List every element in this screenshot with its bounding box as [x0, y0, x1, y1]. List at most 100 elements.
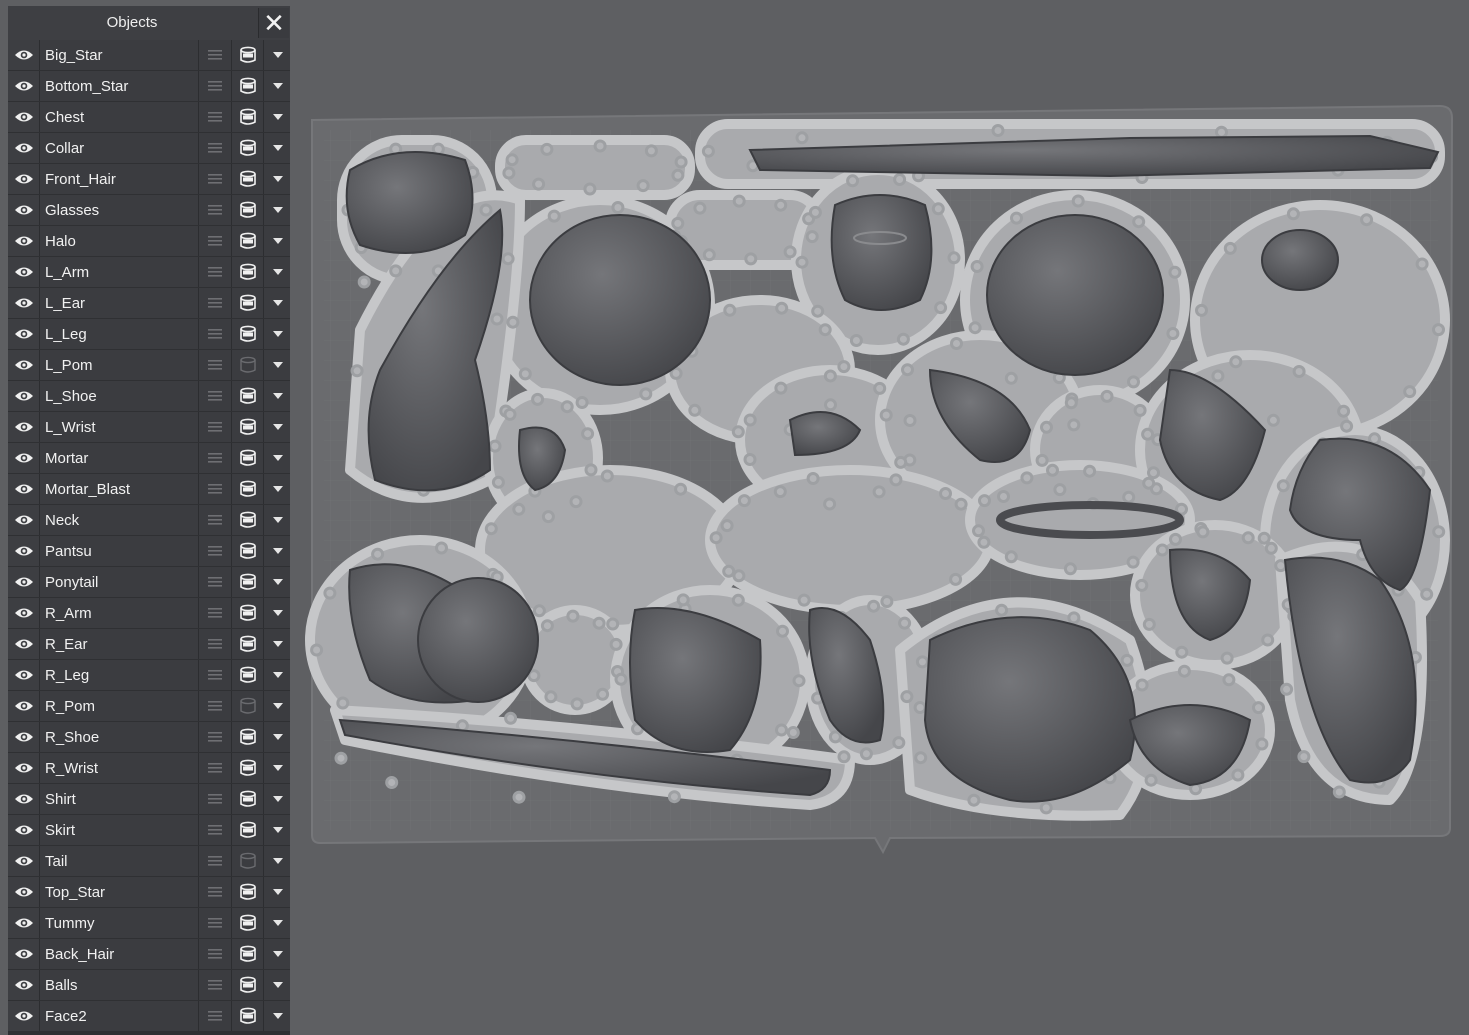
drag-handle[interactable]	[198, 567, 231, 597]
object-row[interactable]: Collar	[8, 133, 290, 163]
visibility-toggle[interactable]	[8, 195, 40, 225]
build-plate-scene[interactable]	[290, 0, 1469, 1035]
object-dropdown-button[interactable]	[263, 257, 291, 287]
material-toggle[interactable]	[231, 71, 263, 101]
object-dropdown-button[interactable]	[263, 1001, 291, 1031]
object-name[interactable]: Ponytail	[45, 567, 195, 597]
object-row[interactable]: Mortar_Blast	[8, 474, 290, 504]
object-name[interactable]: Glasses	[45, 195, 195, 225]
visibility-toggle[interactable]	[8, 412, 40, 442]
object-dropdown-button[interactable]	[263, 567, 291, 597]
drag-handle[interactable]	[198, 970, 231, 1000]
object-row[interactable]: R_Shoe	[8, 722, 290, 752]
drag-handle[interactable]	[198, 381, 231, 411]
visibility-toggle[interactable]	[8, 164, 40, 194]
object-dropdown-button[interactable]	[263, 133, 291, 163]
drag-handle[interactable]	[198, 722, 231, 752]
object-row[interactable]: Ponytail	[8, 567, 290, 597]
visibility-toggle[interactable]	[8, 970, 40, 1000]
visibility-toggle[interactable]	[8, 567, 40, 597]
object-name[interactable]: Top_Star	[45, 877, 195, 907]
object-dropdown-button[interactable]	[263, 908, 291, 938]
material-toggle[interactable]	[231, 350, 263, 380]
material-toggle[interactable]	[231, 412, 263, 442]
visibility-toggle[interactable]	[8, 908, 40, 938]
object-name[interactable]: Big_Star	[45, 40, 195, 70]
object-row[interactable]: Back_Hair	[8, 939, 290, 969]
object-name[interactable]: Bottom_Star	[45, 71, 195, 101]
drag-handle[interactable]	[198, 412, 231, 442]
object-row[interactable]: Tail	[8, 846, 290, 876]
object-dropdown-button[interactable]	[263, 815, 291, 845]
drag-handle[interactable]	[198, 350, 231, 380]
object-name[interactable]: Back_Hair	[45, 939, 195, 969]
visibility-toggle[interactable]	[8, 40, 40, 70]
material-toggle[interactable]	[231, 319, 263, 349]
object-name[interactable]: Front_Hair	[45, 164, 195, 194]
visibility-toggle[interactable]	[8, 133, 40, 163]
object-dropdown-button[interactable]	[263, 846, 291, 876]
visibility-toggle[interactable]	[8, 71, 40, 101]
object-name[interactable]: Mortar	[45, 443, 195, 473]
object-row[interactable]: Front_Hair	[8, 164, 290, 194]
material-toggle[interactable]	[231, 381, 263, 411]
visibility-toggle[interactable]	[8, 381, 40, 411]
object-name[interactable]: L_Shoe	[45, 381, 195, 411]
object-name[interactable]: Face2	[45, 1001, 195, 1031]
visibility-toggle[interactable]	[8, 753, 40, 783]
object-name[interactable]: R_Shoe	[45, 722, 195, 752]
drag-handle[interactable]	[198, 536, 231, 566]
material-toggle[interactable]	[231, 474, 263, 504]
object-row[interactable]: L_Shoe	[8, 381, 290, 411]
visibility-toggle[interactable]	[8, 939, 40, 969]
material-toggle[interactable]	[231, 288, 263, 318]
object-dropdown-button[interactable]	[263, 102, 291, 132]
object-name[interactable]: Collar	[45, 133, 195, 163]
material-toggle[interactable]	[231, 784, 263, 814]
object-dropdown-button[interactable]	[263, 691, 291, 721]
object-dropdown-button[interactable]	[263, 660, 291, 690]
object-dropdown-button[interactable]	[263, 71, 291, 101]
object-name[interactable]: Tail	[45, 846, 195, 876]
object-row[interactable]: Neck	[8, 505, 290, 535]
drag-handle[interactable]	[198, 815, 231, 845]
object-row[interactable]: L_Pom	[8, 350, 290, 380]
object-name[interactable]: L_Ear	[45, 288, 195, 318]
drag-handle[interactable]	[198, 753, 231, 783]
object-row[interactable]: L_Ear	[8, 288, 290, 318]
object-name[interactable]: R_Pom	[45, 691, 195, 721]
object-row[interactable]: Mortar	[8, 443, 290, 473]
object-dropdown-button[interactable]	[263, 970, 291, 1000]
object-row[interactable]: Halo	[8, 226, 290, 256]
material-toggle[interactable]	[231, 40, 263, 70]
visibility-toggle[interactable]	[8, 877, 40, 907]
object-row[interactable]: R_Wrist	[8, 753, 290, 783]
drag-handle[interactable]	[198, 691, 231, 721]
drag-handle[interactable]	[198, 164, 231, 194]
object-dropdown-button[interactable]	[263, 443, 291, 473]
visibility-toggle[interactable]	[8, 815, 40, 845]
object-dropdown-button[interactable]	[263, 381, 291, 411]
drag-handle[interactable]	[198, 226, 231, 256]
material-toggle[interactable]	[231, 815, 263, 845]
visibility-toggle[interactable]	[8, 443, 40, 473]
material-toggle[interactable]	[231, 846, 263, 876]
object-dropdown-button[interactable]	[263, 412, 291, 442]
material-toggle[interactable]	[231, 505, 263, 535]
object-name[interactable]: Tummy	[45, 908, 195, 938]
object-row[interactable]: Glasses	[8, 195, 290, 225]
drag-handle[interactable]	[198, 1001, 231, 1031]
object-row[interactable]: Pantsu	[8, 536, 290, 566]
material-toggle[interactable]	[231, 691, 263, 721]
object-dropdown-button[interactable]	[263, 319, 291, 349]
object-name[interactable]: L_Wrist	[45, 412, 195, 442]
visibility-toggle[interactable]	[8, 226, 40, 256]
close-panel-button[interactable]: ✕	[258, 8, 289, 38]
drag-handle[interactable]	[198, 288, 231, 318]
object-row[interactable]: Bottom_Star	[8, 71, 290, 101]
object-row[interactable]: R_Arm	[8, 598, 290, 628]
visibility-toggle[interactable]	[8, 1001, 40, 1031]
material-toggle[interactable]	[231, 877, 263, 907]
visibility-toggle[interactable]	[8, 474, 40, 504]
drag-handle[interactable]	[198, 195, 231, 225]
